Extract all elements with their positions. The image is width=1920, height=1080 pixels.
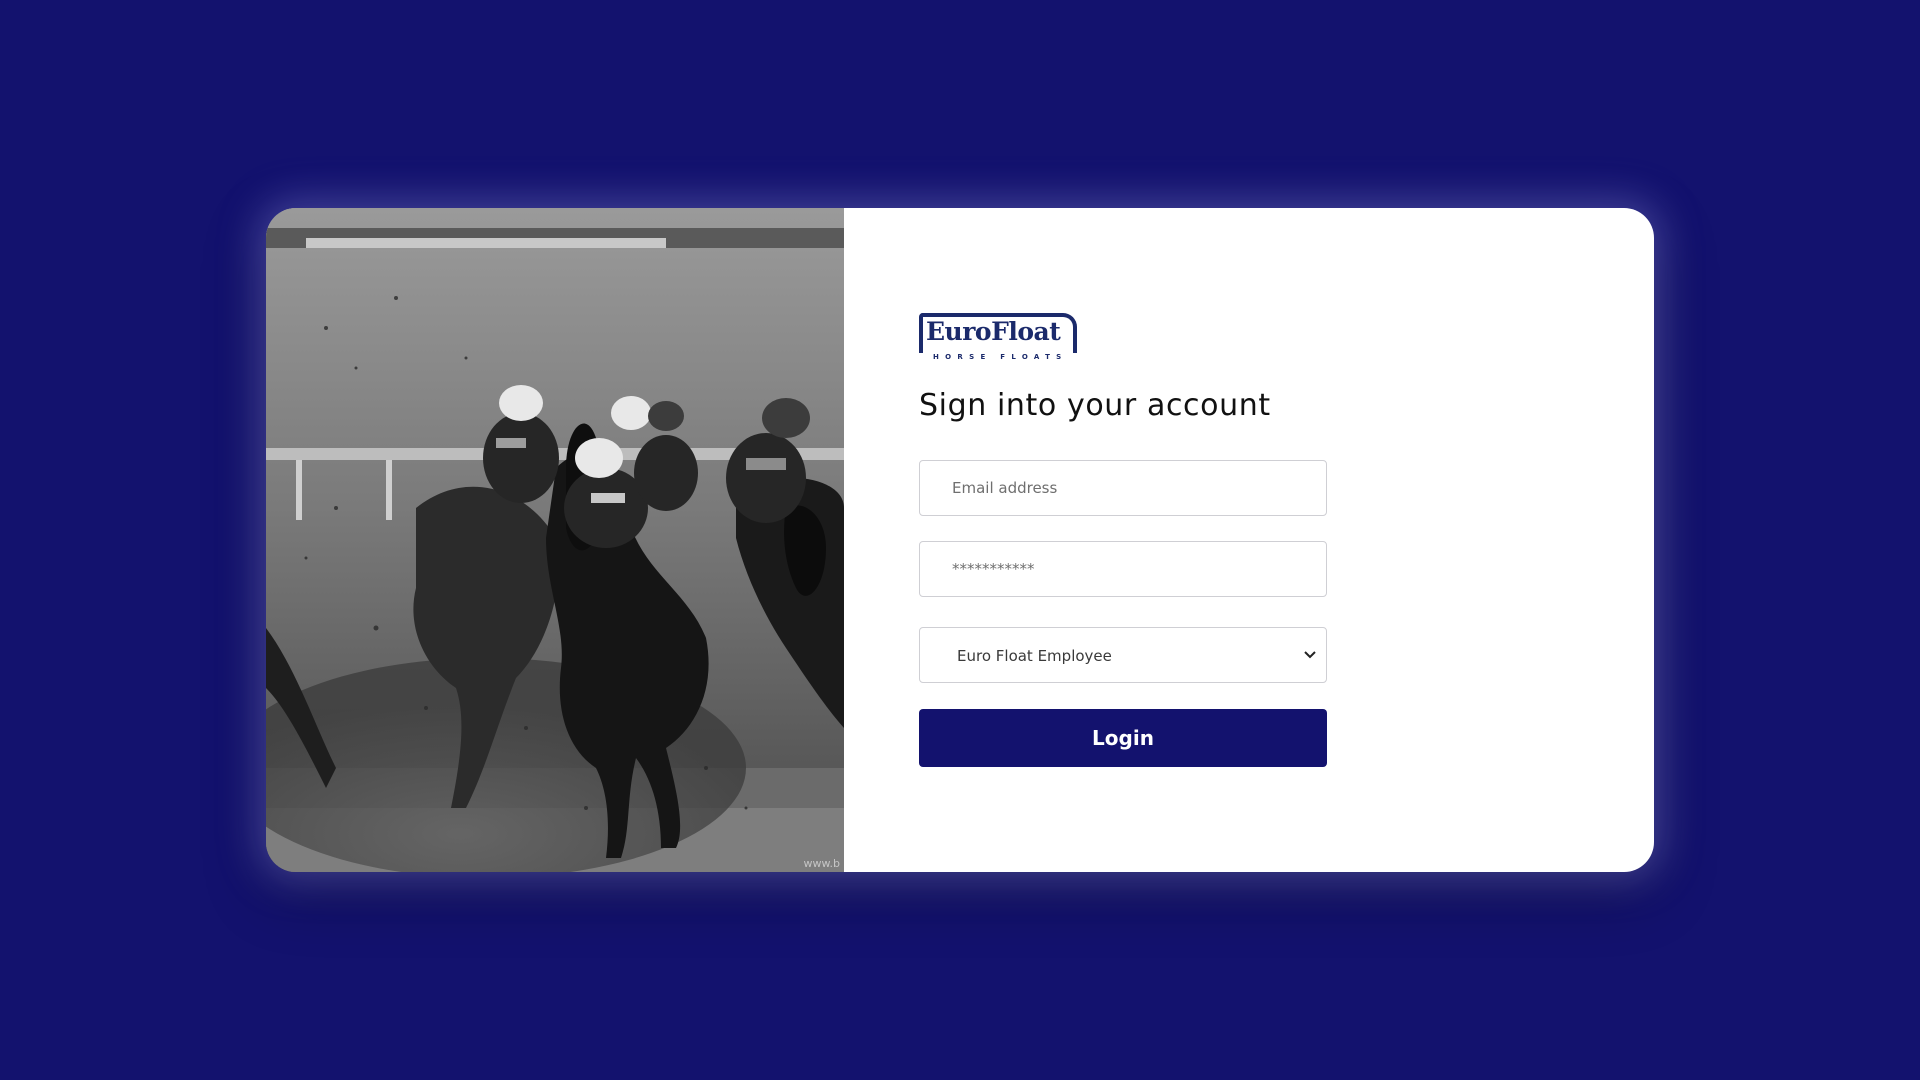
- chevron-down-icon: [1304, 651, 1316, 659]
- password-field[interactable]: [919, 541, 1327, 597]
- role-select[interactable]: Euro Float Employee: [919, 627, 1327, 683]
- logo-tagline: HORSE FLOATS: [933, 353, 1068, 361]
- logo-name: EuroFloat: [926, 317, 1061, 346]
- page-title: Sign into your account: [919, 388, 1271, 423]
- role-select-value: Euro Float Employee: [957, 647, 1112, 665]
- login-button[interactable]: Login: [919, 709, 1327, 767]
- login-card: www.b EuroFloat HORSE FLOATS Sign into y…: [266, 208, 1654, 872]
- email-field[interactable]: [919, 460, 1327, 516]
- photo-watermark: www.b: [803, 857, 840, 870]
- horse-racing-photo: [266, 208, 844, 872]
- hero-image-panel: www.b: [266, 208, 844, 872]
- login-form-pane: EuroFloat HORSE FLOATS Sign into your ac…: [844, 208, 1654, 872]
- eurofloat-logo: EuroFloat HORSE FLOATS: [919, 313, 1077, 361]
